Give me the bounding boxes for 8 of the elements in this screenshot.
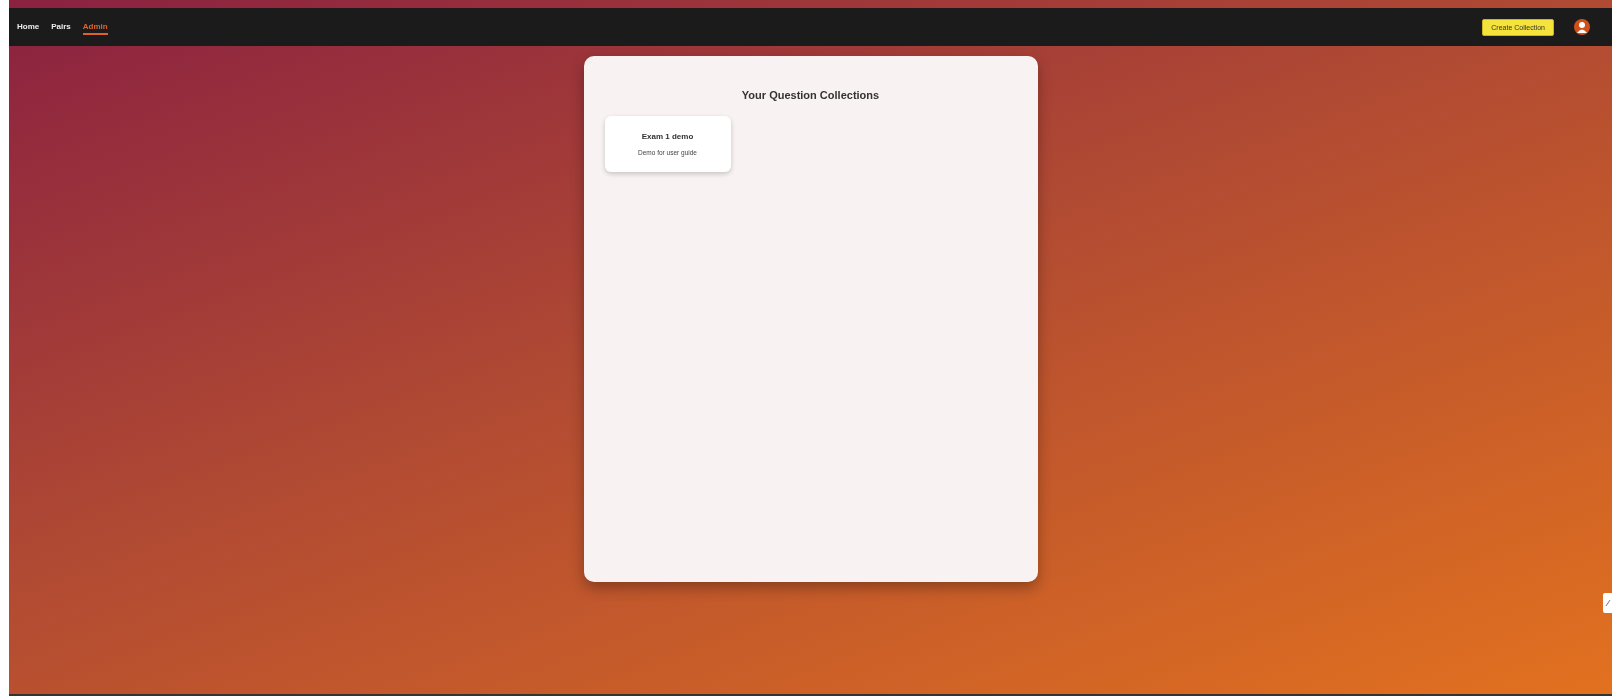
collection-title: Exam 1 demo [641, 132, 694, 141]
user-avatar-icon[interactable] [1574, 19, 1590, 35]
nav-link[interactable]: Pairs [51, 19, 71, 35]
nav-link[interactable]: Admin [82, 19, 108, 35]
pen-icon [1604, 599, 1611, 607]
panel-title: Your Question Collections [740, 89, 881, 101]
side-tab[interactable] [1603, 593, 1612, 613]
nav-link[interactable]: Home [17, 19, 40, 35]
